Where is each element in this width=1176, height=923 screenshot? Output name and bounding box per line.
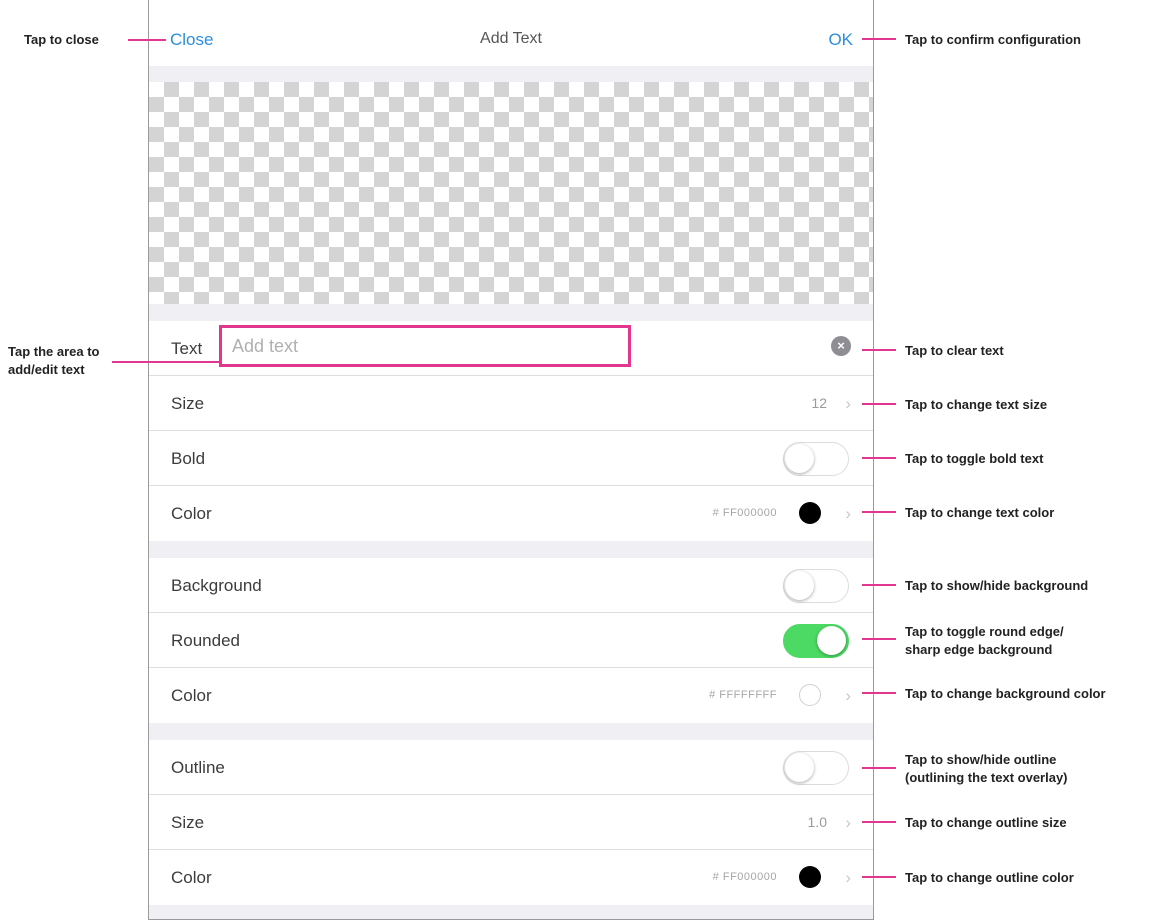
text-color-row[interactable]: Color # FF000000 › (149, 486, 873, 541)
background-settings-group: Background Rounded Color # FFFFFFFF › (149, 558, 873, 723)
background-color-swatch (799, 684, 821, 706)
background-color-label: Color (171, 686, 212, 705)
outline-size-value: 1.0 (807, 814, 827, 830)
outline-settings-group: Outline Size 1.0 › Color # FF000000 › (149, 740, 873, 905)
text-color-swatch (799, 502, 821, 524)
annotation-line-clear (862, 349, 896, 351)
text-color-hex: # FF000000 (712, 507, 777, 519)
text-color-label: Color (171, 504, 212, 523)
clear-icon: × (837, 338, 845, 353)
rounded-row: Rounded (149, 613, 873, 668)
annotation-line-close (128, 39, 166, 41)
chevron-right-icon: › (845, 686, 851, 705)
bold-toggle[interactable] (783, 442, 849, 476)
annotation-line-outline (862, 767, 896, 769)
annotation-outline-size: Tap to change outline size (905, 815, 1067, 830)
text-input[interactable] (222, 328, 628, 364)
annotation-line-ok (862, 38, 896, 40)
outline-row: Outline (149, 740, 873, 795)
outline-color-label: Color (171, 868, 212, 887)
text-size-value: 12 (811, 395, 827, 411)
outline-toggle[interactable] (783, 751, 849, 785)
text-size-label: Size (171, 394, 205, 413)
annotation-close: Tap to close (24, 32, 99, 47)
annotation-text-area: Tap the area to add/edit text (8, 343, 100, 378)
annotation-outline-line-2: (outlining the text overlay) (905, 769, 1068, 785)
annotation-line-bg-color (862, 692, 896, 694)
annotation-line-outline-size (862, 821, 896, 823)
bold-label: Bold (171, 449, 206, 468)
outline-color-row[interactable]: Color # FF000000 › (149, 850, 873, 905)
annotation-outline-color: Tap to change outline color (905, 870, 1074, 885)
page-title: Add Text (480, 30, 542, 47)
text-preview-canvas (149, 82, 873, 304)
annotation-line-outline-color (862, 876, 896, 878)
chevron-right-icon: › (845, 868, 851, 887)
annotation-line-bold (862, 457, 896, 459)
annotation-rounded-line-1: Tap to toggle round edge/ (905, 624, 1064, 639)
toggle-knob (785, 753, 814, 782)
navigation-bar: Close Add Text OK (149, 0, 873, 66)
toggle-knob (817, 626, 846, 655)
clear-text-button[interactable]: × (831, 336, 851, 356)
outline-label: Outline (171, 758, 225, 777)
annotation-text-area-line-1: Tap the area to (8, 344, 100, 359)
background-color-row[interactable]: Color # FFFFFFFF › (149, 668, 873, 723)
annotation-rounded-line-2: sharp edge background (905, 641, 1053, 657)
annotation-bg-color: Tap to change background color (905, 686, 1106, 701)
annotation-line-text-area (112, 361, 134, 363)
background-toggle[interactable] (783, 569, 849, 603)
annotation-rounded: Tap to toggle round edge/ sharp edge bac… (905, 623, 1064, 658)
annotation-line-text-color (862, 511, 896, 513)
rounded-label: Rounded (171, 631, 241, 650)
background-color-hex: # FFFFFFFF (709, 689, 777, 701)
annotation-line-text-size (862, 403, 896, 405)
annotation-clear: Tap to clear text (905, 343, 1004, 358)
rounded-toggle[interactable] (783, 624, 849, 658)
annotation-line-rounded (862, 638, 896, 640)
annotation-outline-line-1: Tap to show/hide outline (905, 752, 1057, 767)
annotation-line-text-area-2 (132, 361, 220, 363)
text-label: Text (171, 339, 203, 358)
chevron-right-icon: › (845, 394, 851, 413)
toggle-knob (785, 444, 814, 473)
chevron-right-icon: › (845, 813, 851, 832)
annotation-ok: Tap to confirm configuration (905, 32, 1081, 47)
outline-size-row[interactable]: Size 1.0 › (149, 795, 873, 850)
add-text-panel: Close Add Text OK Text × Size 12 › Bold … (148, 0, 874, 920)
toggle-knob (785, 571, 814, 600)
background-label: Background (171, 576, 262, 595)
outline-color-hex: # FF000000 (712, 871, 777, 883)
annotation-text-color: Tap to change text color (905, 505, 1055, 520)
text-input-field[interactable] (219, 325, 631, 367)
annotation-line-background (862, 584, 896, 586)
text-size-row[interactable]: Size 12 › (149, 376, 873, 431)
annotation-outline: Tap to show/hide outline (outlining the … (905, 751, 1068, 786)
annotation-background: Tap to show/hide background (905, 578, 1089, 593)
outline-size-label: Size (171, 813, 205, 832)
bold-row: Bold (149, 431, 873, 486)
ok-button[interactable]: OK (828, 30, 853, 50)
text-settings-group: Text × Size 12 › Bold Color # FF000000 › (149, 321, 873, 541)
annotation-bold: Tap to toggle bold text (905, 451, 1044, 466)
annotation-text-area-line-2: add/edit text (8, 361, 85, 377)
background-row: Background (149, 558, 873, 613)
chevron-right-icon: › (845, 504, 851, 523)
text-row: Text × (149, 321, 873, 376)
annotation-text-size: Tap to change text size (905, 397, 1048, 412)
outline-color-swatch (799, 866, 821, 888)
